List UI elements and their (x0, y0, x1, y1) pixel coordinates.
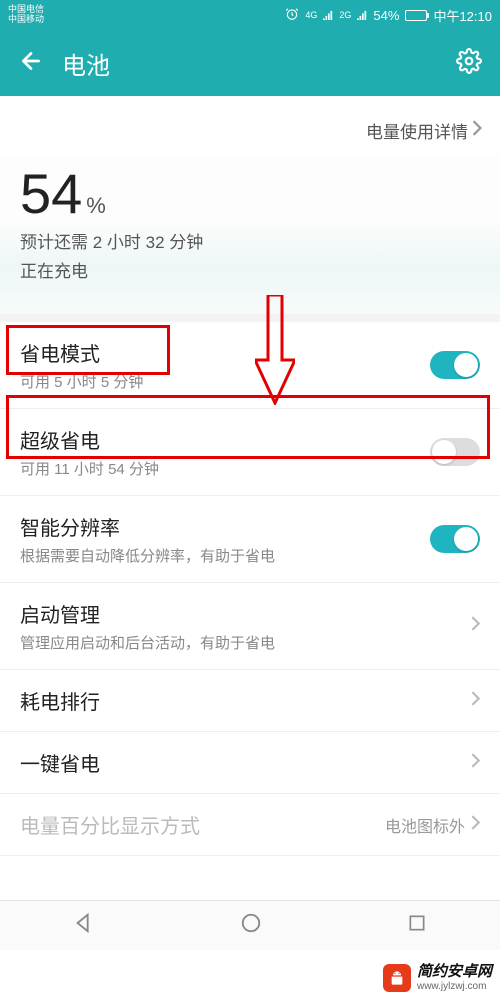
watermark: 简约安卓网 www.jylzwj.com (383, 964, 492, 992)
power-usage-ranking[interactable]: 耗电排行 (0, 670, 500, 732)
signal-bars-1-icon (323, 8, 333, 23)
battery-status: 正在充电 (20, 257, 480, 282)
watermark-title: 简约安卓网 (417, 964, 492, 981)
item-title: 省电模式 (20, 338, 430, 367)
ultra-power-saving-toggle[interactable] (430, 438, 480, 466)
item-value: 电池图标外 (385, 813, 465, 837)
gear-icon[interactable] (456, 48, 482, 79)
back-icon[interactable] (18, 48, 44, 79)
item-sub: 可用 11 小时 54 分钟 (20, 458, 430, 479)
item-sub: 管理应用启动和后台活动，有助于省电 (20, 632, 471, 653)
item-title: 智能分辨率 (20, 512, 430, 541)
battery-percent-display[interactable]: 电量百分比显示方式 电池图标外 (0, 794, 500, 856)
ultra-power-saving[interactable]: 超级省电 可用 11 小时 54 分钟 (0, 409, 500, 496)
smart-resolution[interactable]: 智能分辨率 根据需要自动降低分辨率，有助于省电 (0, 496, 500, 583)
clock: 中午12:10 (433, 6, 492, 25)
battery-percent-sb: 54% (373, 8, 399, 23)
watermark-url: www.jylzwj.com (417, 981, 492, 992)
battery-value: 54 (20, 161, 82, 226)
battery-unit: % (86, 193, 106, 219)
chevron-right-icon (471, 691, 480, 711)
status-bar: 中国电信 中国移动 4G 2G 54% 中午12:10 (0, 0, 500, 30)
battery-estimate: 预计还需 2 小时 32 分钟 (20, 228, 480, 253)
battery-summary: 54 % 预计还需 2 小时 32 分钟 正在充电 (0, 155, 500, 314)
power-saving-toggle[interactable] (430, 351, 480, 379)
watermark-logo-icon (383, 964, 411, 992)
item-title: 启动管理 (20, 599, 471, 628)
item-title: 一键省电 (20, 748, 471, 777)
item-sub: 根据需要自动降低分辨率，有助于省电 (20, 545, 430, 566)
chevron-right-icon (471, 753, 480, 773)
chevron-right-icon (472, 120, 482, 141)
nav-home-icon[interactable] (240, 912, 262, 939)
alarm-icon (285, 7, 299, 24)
signal-2: 2G (339, 10, 351, 20)
power-saving-mode[interactable]: 省电模式 可用 5 小时 5 分钟 (0, 322, 500, 409)
one-click-power-save[interactable]: 一键省电 (0, 732, 500, 794)
signal-1: 4G (305, 10, 317, 20)
settings-list: 省电模式 可用 5 小时 5 分钟 超级省电 可用 11 小时 54 分钟 智能… (0, 322, 500, 856)
carrier-2: 中国移动 (8, 15, 44, 25)
usage-details-link[interactable]: 电量使用详情 (0, 96, 500, 155)
app-bar: 电池 (0, 30, 500, 96)
page-title: 电池 (62, 46, 438, 81)
usage-details-label: 电量使用详情 (366, 118, 468, 143)
battery-icon (405, 10, 427, 21)
signal-bars-2-icon (357, 8, 367, 23)
item-title: 耗电排行 (20, 686, 471, 715)
item-title: 超级省电 (20, 425, 430, 454)
startup-management[interactable]: 启动管理 管理应用启动和后台活动，有助于省电 (0, 583, 500, 670)
chevron-right-icon (471, 815, 480, 835)
nav-recent-icon[interactable] (407, 913, 427, 938)
item-sub: 可用 5 小时 5 分钟 (20, 371, 430, 392)
navigation-bar (0, 900, 500, 950)
item-title: 电量百分比显示方式 (20, 810, 385, 839)
smart-resolution-toggle[interactable] (430, 525, 480, 553)
nav-back-icon[interactable] (73, 912, 95, 939)
chevron-right-icon (471, 616, 480, 636)
